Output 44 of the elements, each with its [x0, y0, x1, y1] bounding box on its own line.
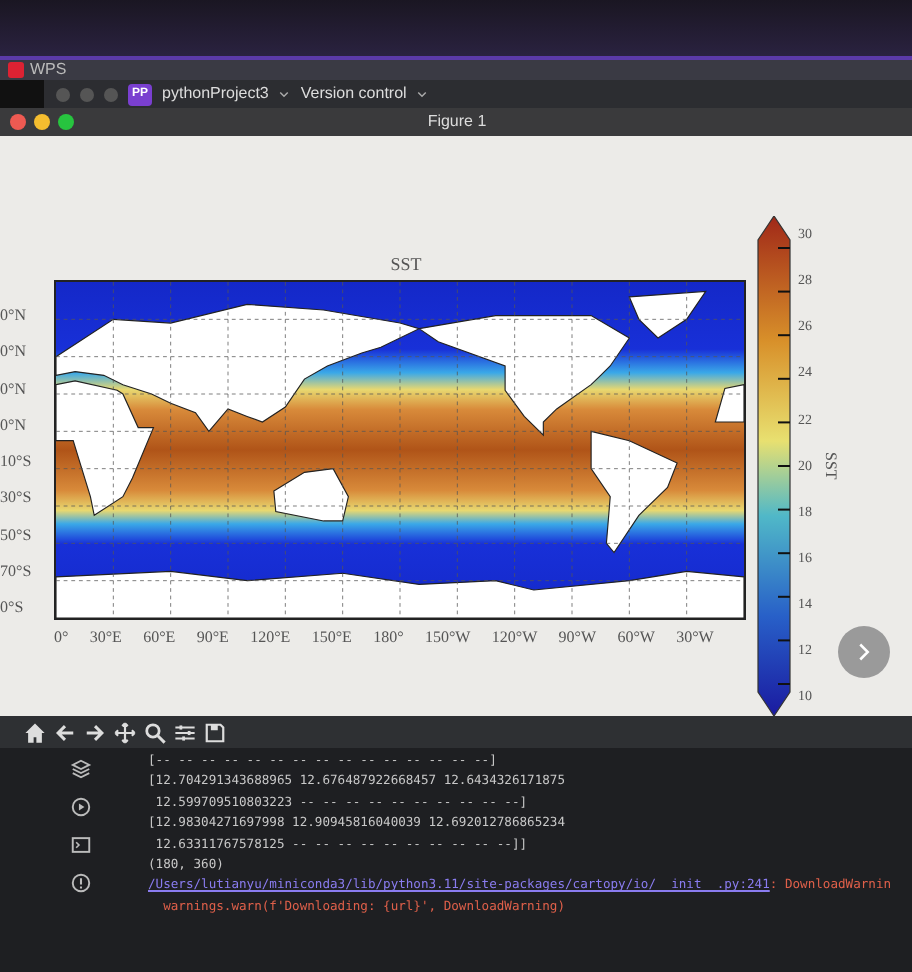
window-title: Figure 1 — [427, 110, 489, 134]
axis-label: 30°S — [0, 486, 34, 511]
axis-label: 90°W — [558, 626, 597, 650]
home-icon[interactable] — [24, 721, 46, 743]
warning-circle-icon[interactable] — [69, 872, 91, 894]
vcs-menu[interactable]: Version control — [300, 82, 407, 106]
chevron-right-icon — [854, 642, 874, 662]
axis-label: 90°E — [196, 626, 229, 650]
axis-label: 60°E — [143, 626, 176, 650]
axis-label: 0°N — [0, 304, 28, 328]
close-button[interactable] — [10, 114, 26, 130]
sliders-icon[interactable] — [174, 721, 196, 743]
move-icon[interactable] — [114, 721, 136, 743]
axis-label: 60°W — [617, 626, 655, 650]
axis-label: 10°S — [0, 450, 34, 474]
axis-label: 70°S — [0, 559, 34, 584]
plot-title: SST — [388, 252, 424, 278]
zoom-button[interactable] — [58, 114, 74, 130]
axis-label: 0°N — [0, 413, 28, 438]
axis-label: 30°W — [676, 626, 714, 650]
axis-label: 30°E — [89, 626, 122, 650]
axis-label: 0°N — [0, 340, 28, 365]
terminal-icon[interactable] — [69, 834, 91, 856]
axis-label: 0° — [54, 626, 69, 650]
play-circle-icon[interactable] — [69, 796, 91, 818]
caret-icon — [278, 88, 291, 100]
project-menu[interactable]: pythonProject3 — [162, 82, 269, 106]
axis-label: 120°W — [491, 626, 538, 650]
browser-tab[interactable]: WPS — [30, 62, 67, 78]
colorbar-label: SST — [820, 452, 842, 480]
axis-label: 0°N — [0, 377, 28, 401]
axis-label: 180° — [373, 626, 404, 650]
axis-label: 150°W — [424, 626, 471, 650]
layers-icon[interactable] — [69, 758, 91, 780]
axis-label: 0°S — [0, 596, 26, 620]
save-icon[interactable] — [204, 721, 226, 743]
minimize-button[interactable] — [34, 114, 50, 130]
axis-label: 150°E — [311, 626, 352, 650]
caret-icon — [416, 88, 429, 100]
axis-label: 120°E — [250, 626, 291, 650]
axis-label: 50°S — [0, 523, 34, 547]
forward-arrow-icon[interactable] — [84, 721, 106, 743]
back-arrow-icon[interactable] — [54, 721, 76, 743]
search-icon[interactable] — [144, 721, 166, 743]
